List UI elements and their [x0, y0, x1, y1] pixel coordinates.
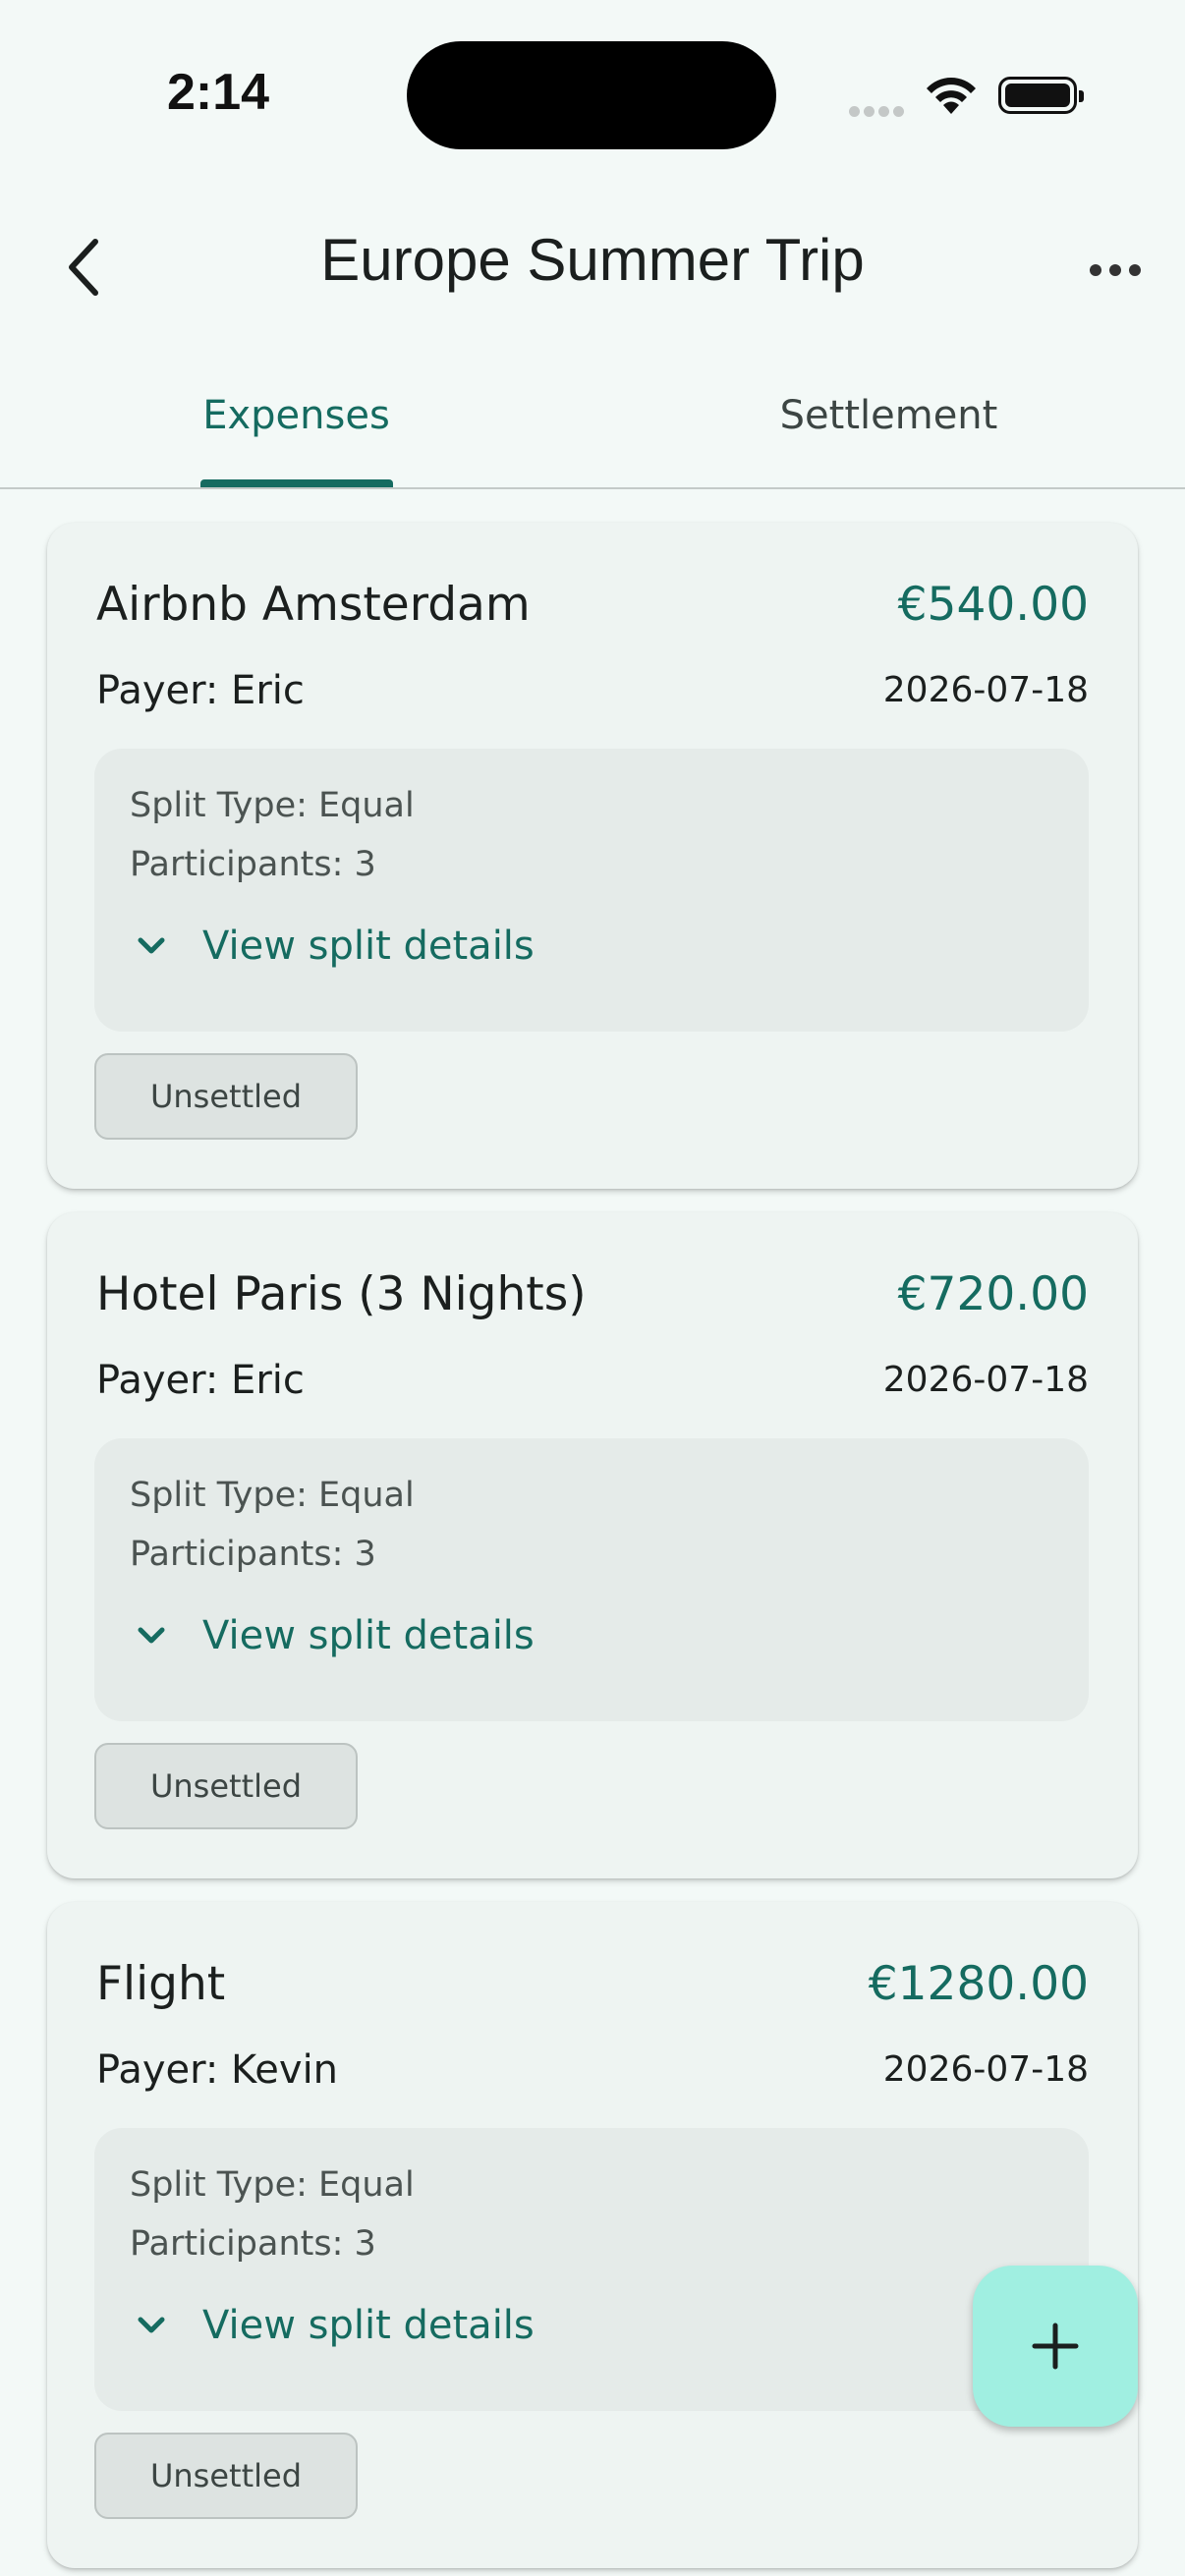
chevron-down-icon [130, 2304, 173, 2347]
cellular-signal-icon [849, 102, 908, 121]
split-participants: Participants: 3 [130, 1535, 376, 1574]
status-bar: 2:14 [0, 0, 1185, 187]
expense-card[interactable]: Flight €1280.00 Payer: Kevin 2026-07-18 … [47, 1902, 1138, 2568]
split-summary: Split Type: Equal Participants: 3 View s… [94, 1438, 1089, 1721]
view-split-details-button[interactable]: View split details [130, 912, 535, 980]
status-badge: Unsettled [94, 2433, 358, 2519]
status-time: 2:14 [167, 64, 270, 121]
more-options-button[interactable] [1081, 246, 1150, 295]
expense-amount: €1280.00 [868, 1957, 1089, 2011]
expense-date: 2026-07-18 [882, 2049, 1089, 2090]
view-split-details-label: View split details [202, 924, 535, 969]
view-split-details-label: View split details [202, 1613, 535, 1658]
battery-icon [998, 77, 1084, 114]
expense-date: 2026-07-18 [882, 670, 1089, 710]
expense-amount: €540.00 [897, 578, 1089, 632]
expense-payer: Payer: Eric [96, 668, 305, 713]
expense-payer: Payer: Kevin [96, 2047, 339, 2093]
dynamic-island [407, 41, 776, 149]
split-type: Split Type: Equal [130, 2165, 415, 2205]
split-participants: Participants: 3 [130, 845, 376, 884]
chevron-down-icon [130, 924, 173, 968]
tab-settlement[interactable]: Settlement [592, 344, 1185, 487]
expense-title: Hotel Paris (3 Nights) [96, 1267, 587, 1321]
split-type: Split Type: Equal [130, 786, 415, 825]
expense-date: 2026-07-18 [882, 1360, 1089, 1400]
app-header: Europe Summer Trip [0, 187, 1185, 344]
view-split-details-button[interactable]: View split details [130, 1601, 535, 1670]
expense-title: Flight [96, 1957, 226, 2011]
plus-icon [1032, 2323, 1079, 2370]
more-horizontal-icon [1090, 264, 1101, 276]
expense-card[interactable]: Hotel Paris (3 Nights) €720.00 Payer: Er… [47, 1212, 1138, 1878]
view-split-details-label: View split details [202, 2303, 535, 2348]
status-badge: Unsettled [94, 1053, 358, 1140]
page-title: Europe Summer Trip [320, 227, 865, 293]
split-type: Split Type: Equal [130, 1476, 415, 1515]
tab-expenses[interactable]: Expenses [0, 344, 592, 487]
expense-amount: €720.00 [897, 1267, 1089, 1321]
chevron-down-icon [130, 1614, 173, 1657]
status-badge: Unsettled [94, 1743, 358, 1829]
view-split-details-button[interactable]: View split details [130, 2291, 535, 2360]
split-summary: Split Type: Equal Participants: 3 View s… [94, 749, 1089, 1032]
split-participants: Participants: 3 [130, 2224, 376, 2264]
split-summary: Split Type: Equal Participants: 3 View s… [94, 2128, 1089, 2411]
tab-indicator [200, 479, 393, 487]
expense-card[interactable]: Airbnb Amsterdam €540.00 Payer: Eric 202… [47, 523, 1138, 1189]
wifi-icon [924, 73, 979, 120]
expense-title: Airbnb Amsterdam [96, 578, 531, 632]
expense-payer: Payer: Eric [96, 1358, 305, 1403]
tab-bar: Expenses Settlement [0, 344, 1185, 489]
add-expense-button[interactable] [973, 2266, 1138, 2427]
